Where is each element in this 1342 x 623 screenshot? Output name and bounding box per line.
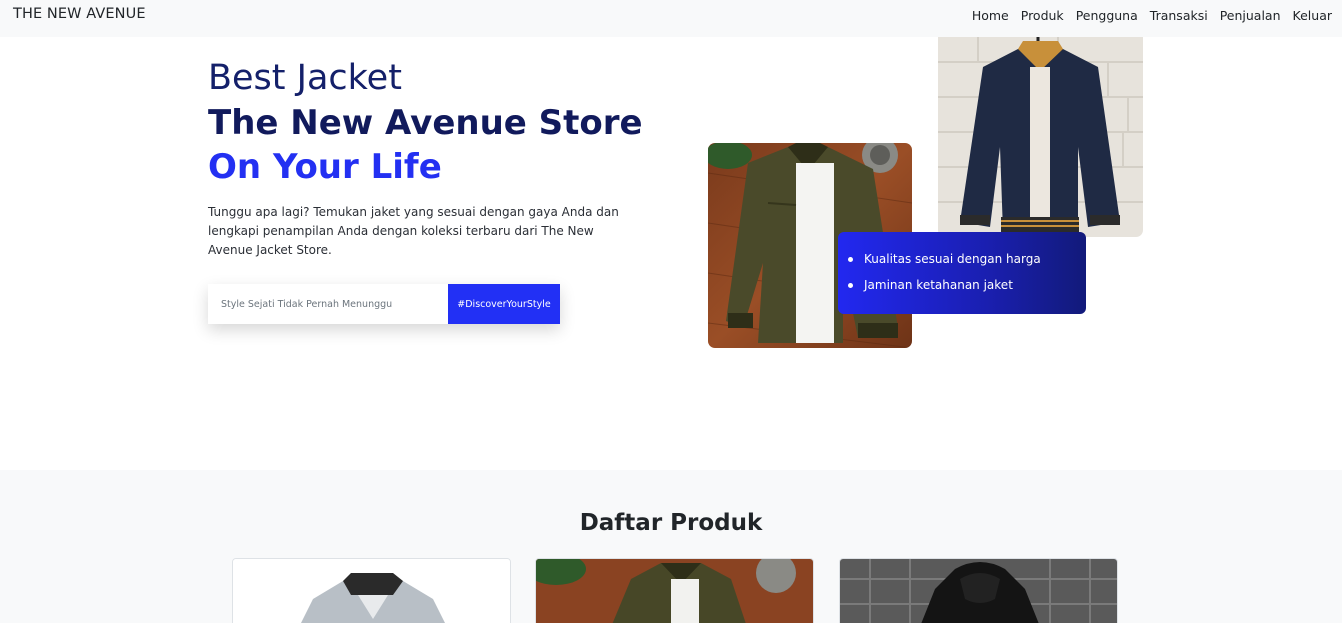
nav-link-transaksi[interactable]: Transaksi: [1150, 8, 1208, 23]
products-section: Daftar Produk: [0, 470, 1342, 623]
top-navbar: THE NEW AVENUE Home Produk Pengguna Tran…: [0, 0, 1342, 37]
navy-jacket-image: [938, 37, 1143, 237]
feature-list-box: Kualitas sesuai dengan harga Jaminan ket…: [838, 232, 1086, 314]
nav-link-penjualan[interactable]: Penjualan: [1220, 8, 1281, 23]
feature-item: Kualitas sesuai dengan harga: [848, 246, 1086, 272]
nav-link-home[interactable]: Home: [972, 8, 1009, 23]
discover-style-button[interactable]: #DiscoverYourStyle: [448, 284, 560, 324]
hero-heading-line1: Best Jacket: [208, 58, 402, 98]
search-box: #DiscoverYourStyle: [208, 284, 560, 324]
product-card[interactable]: [839, 558, 1118, 623]
hero-description: Tunggu apa lagi? Temukan jaket yang sesu…: [208, 205, 619, 257]
bullet-icon: [848, 256, 853, 262]
bullet-icon: [848, 282, 853, 288]
hero-heading-line2: The New Avenue Store: [208, 103, 643, 143]
nav-link-produk[interactable]: Produk: [1021, 8, 1064, 23]
nav-link-pengguna[interactable]: Pengguna: [1076, 8, 1138, 23]
product-image-black-hoodie: [840, 559, 1117, 623]
feature-text: Jaminan ketahanan jaket: [864, 278, 1013, 292]
search-input[interactable]: [208, 284, 448, 324]
product-card[interactable]: [535, 558, 814, 623]
product-image-grey-jacket: [233, 559, 510, 623]
nav-link-keluar[interactable]: Keluar: [1293, 8, 1332, 23]
product-image-green-jacket: [536, 559, 813, 623]
hero-heading-line3: On Your Life: [208, 147, 442, 187]
products-title: Daftar Produk: [579, 510, 763, 536]
nav-links: Home Produk Pengguna Transaksi Penjualan…: [972, 8, 1332, 23]
brand-logo-text[interactable]: THE NEW AVENUE: [13, 6, 146, 22]
feature-text: Kualitas sesuai dengan harga: [864, 252, 1041, 266]
product-card[interactable]: [232, 558, 511, 623]
feature-item: Jaminan ketahanan jaket: [848, 272, 1086, 298]
